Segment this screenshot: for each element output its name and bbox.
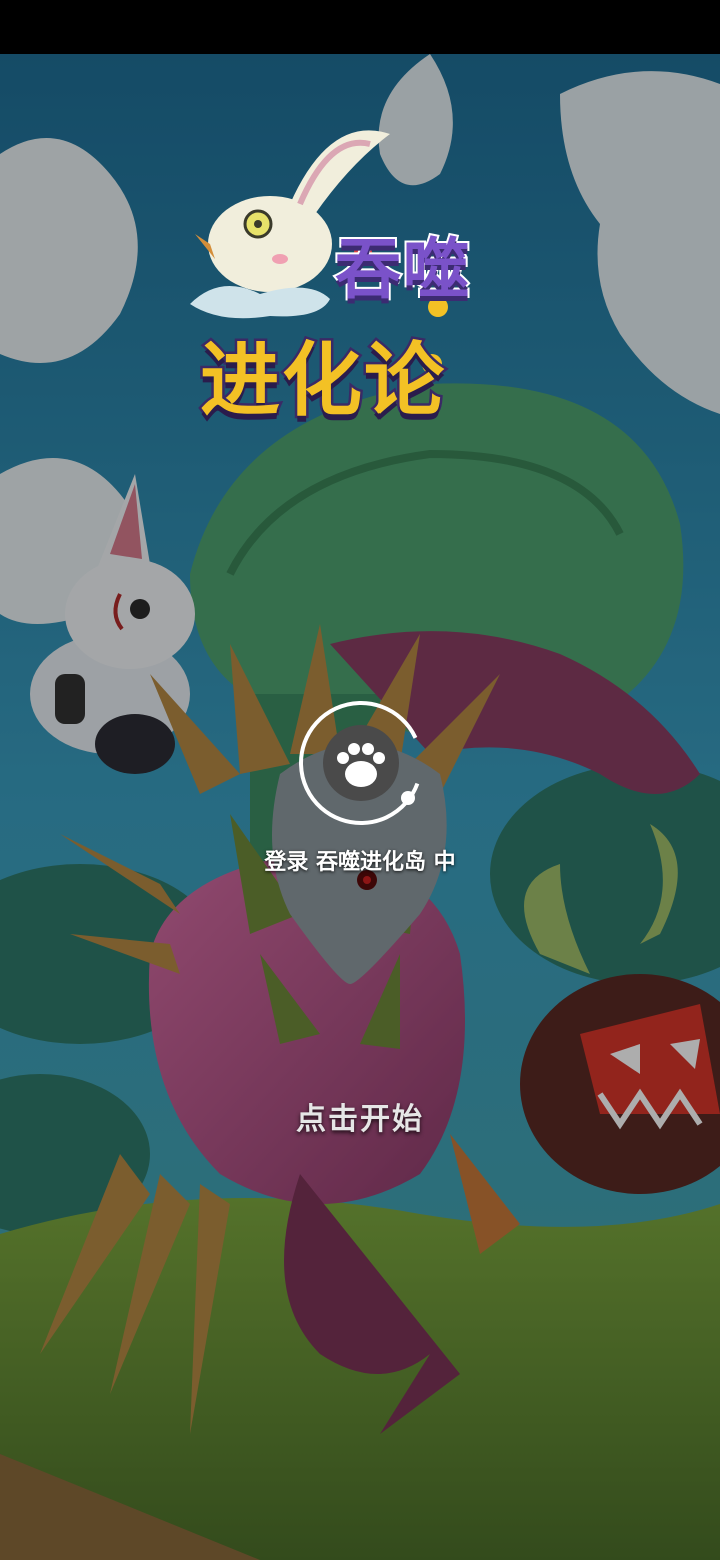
logo-title-line2: 进化论 [198,332,447,430]
game-start-screen[interactable]: 吞噬 进化论 登录 吞噬进化岛 中 点击开始 [0,54,720,1560]
loading-spinner [296,698,426,828]
game-logo: 吞噬 进化论 [180,94,540,434]
logo-title-line1: 吞噬 [333,229,471,310]
tap-to-start-button[interactable]: 点击开始 [0,1094,720,1138]
loading-status-text: 登录 吞噬进化岛 中 [264,850,456,875]
status-bar [0,0,720,54]
